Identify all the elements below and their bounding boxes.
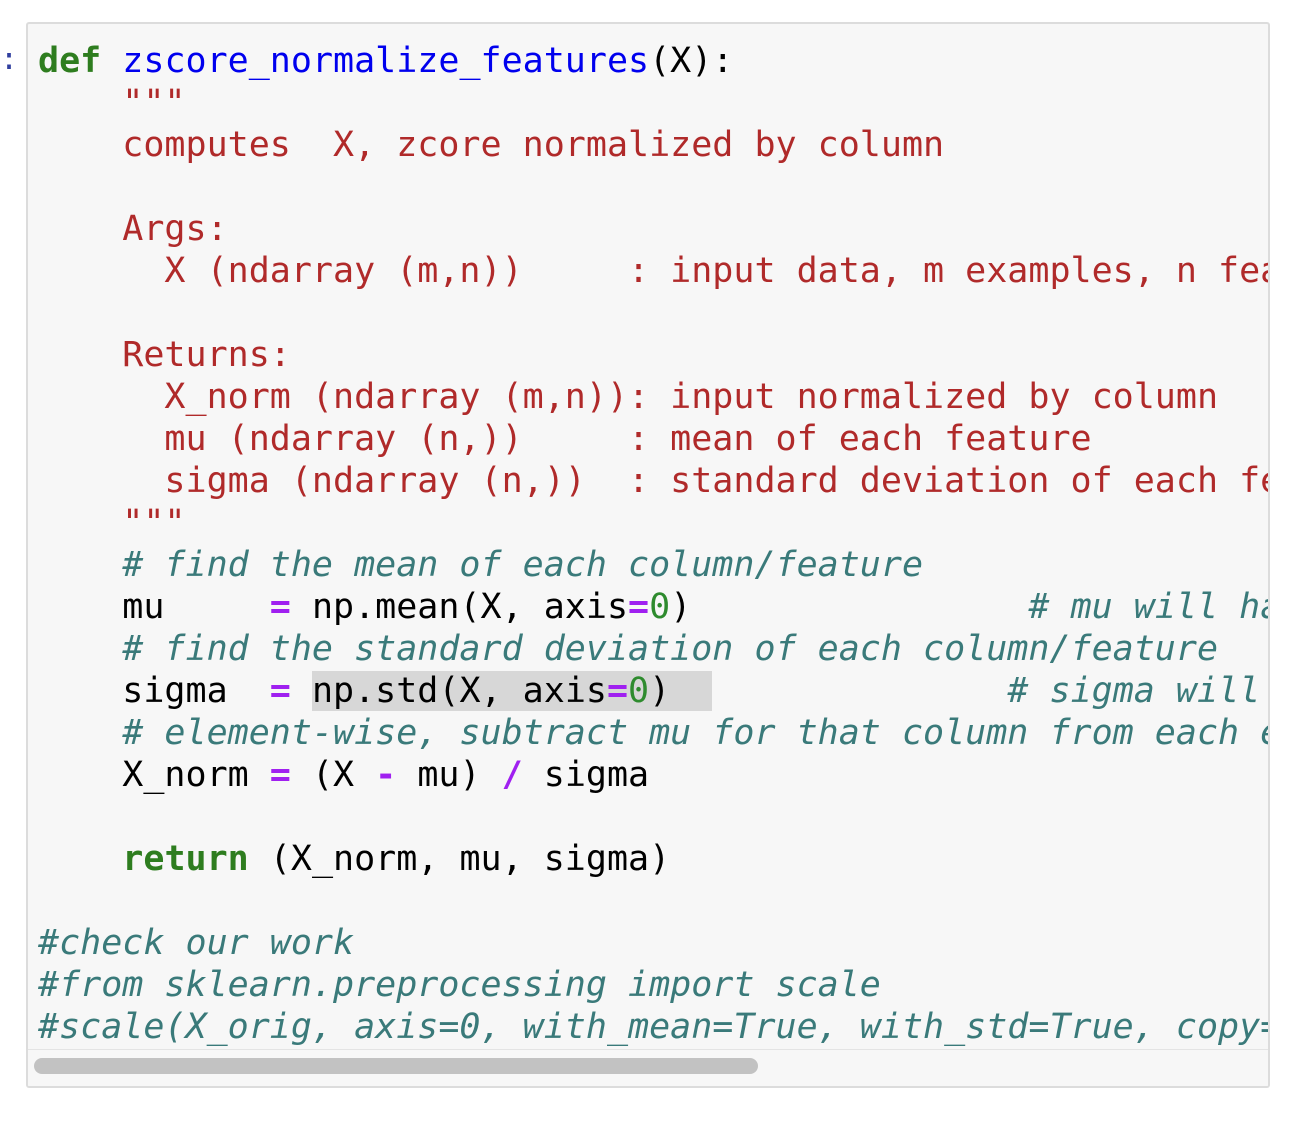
code-text[interactable]: def zscore_normalize_features(X): """ co… [38, 40, 1268, 1046]
code-line: X_norm = (X - mu) / sigma [38, 754, 1268, 796]
code-token: # mu will have shape (n,) [1028, 587, 1268, 627]
code-token: X_norm [38, 755, 270, 795]
horizontal-scrollbar[interactable] [28, 1049, 1268, 1086]
code-token: """ [38, 503, 186, 543]
code-line: ​ [38, 292, 1268, 334]
code-line: # find the mean of each column/feature [38, 544, 1268, 586]
code-token: #scale(X_orig, axis=0, with_mean=True, w… [38, 1007, 1268, 1046]
code-token: (X): [649, 41, 734, 81]
code-editor[interactable]: def zscore_normalize_features(X): """ co… [38, 40, 1268, 1046]
code-token: Returns: [38, 335, 291, 375]
code-line: sigma = np.std(X, axis=0) # sigma will h… [38, 670, 1268, 712]
code-token: mu (ndarray (n,)) : mean of each feature [38, 419, 1092, 459]
code-token: def [38, 41, 102, 81]
code-token: computes X, zcore normalized by column [38, 125, 945, 165]
code-token: sigma (ndarray (n,)) : standard deviatio… [38, 461, 1268, 501]
code-line: # find the standard deviation of each co… [38, 628, 1268, 670]
code-token: #from sklearn.preprocessing import scale [38, 965, 881, 1005]
code-token: X (ndarray (m,n)) : input data, m exampl… [38, 251, 1268, 291]
code-token: sigma [522, 755, 650, 795]
code-line: """ [38, 82, 1268, 124]
code-token: #check our work [38, 923, 355, 963]
code-token: = [269, 587, 291, 627]
code-token: (X [290, 755, 376, 795]
code-token: np.mean(X, axis [290, 587, 629, 627]
code-line: #check our work [38, 922, 1268, 964]
code-token: """ [38, 83, 186, 123]
code-line: computes X, zcore normalized by column [38, 124, 1268, 166]
code-token: - [375, 755, 397, 795]
code-token: (X_norm, mu, sigma) [248, 839, 671, 879]
code-line: """ [38, 502, 1268, 544]
code-line: sigma (ndarray (n,)) : standard deviatio… [38, 460, 1268, 502]
code-token: = [606, 671, 629, 711]
code-token: mu) [396, 755, 502, 795]
code-token: # sigma will have shape (n,) [1007, 671, 1261, 711]
code-token: np.std(X, axis [311, 671, 607, 711]
code-token: # find the mean of each column/feature [38, 545, 924, 585]
code-line: ​ [38, 880, 1268, 922]
code-line: def zscore_normalize_features(X): [38, 40, 1268, 82]
code-token: X_norm (ndarray (m,n)): input normalized… [38, 377, 1219, 417]
code-cell[interactable]: def zscore_normalize_features(X): """ co… [26, 22, 1270, 1088]
code-token: # element-wise, subtract mu for that col… [122, 713, 1268, 753]
code-token: return [122, 839, 249, 879]
code-token: 0 [649, 587, 671, 627]
code-line: ​ [38, 166, 1268, 208]
code-token: / [501, 755, 523, 795]
code-token: # find the standard deviation of each co… [38, 629, 1219, 669]
code-line: mu = np.mean(X, axis=0) # mu will have s… [38, 586, 1268, 628]
code-token: sigma [38, 671, 270, 711]
code-token: ) [649, 671, 713, 711]
code-token: = [628, 587, 650, 627]
code-line: #from sklearn.preprocessing import scale [38, 964, 1268, 1006]
code-token: Args: [38, 209, 228, 249]
code-token: = [269, 671, 291, 711]
code-line: ​ [38, 796, 1268, 838]
code-token: = [269, 755, 291, 795]
code-token: 0 [628, 671, 650, 711]
scrollbar-thumb[interactable] [34, 1058, 758, 1074]
code-line: Returns: [38, 334, 1268, 376]
code-line: return (X_norm, mu, sigma) [38, 838, 1268, 880]
code-token: zscore_normalize_features [122, 41, 650, 81]
code-line: mu (ndarray (n,)) : mean of each feature [38, 418, 1268, 460]
code-token: ) [670, 587, 1029, 627]
code-line: # element-wise, subtract mu for that col… [38, 712, 1268, 754]
code-line: Args: [38, 208, 1268, 250]
code-line: X_norm (ndarray (m,n)): input normalized… [38, 376, 1268, 418]
code-line: #scale(X_orig, axis=0, with_mean=True, w… [38, 1006, 1268, 1046]
cell-prompt-marker: : [0, 42, 19, 77]
code-token: mu [38, 587, 270, 627]
code-line: X (ndarray (m,n)) : input data, m exampl… [38, 250, 1268, 292]
